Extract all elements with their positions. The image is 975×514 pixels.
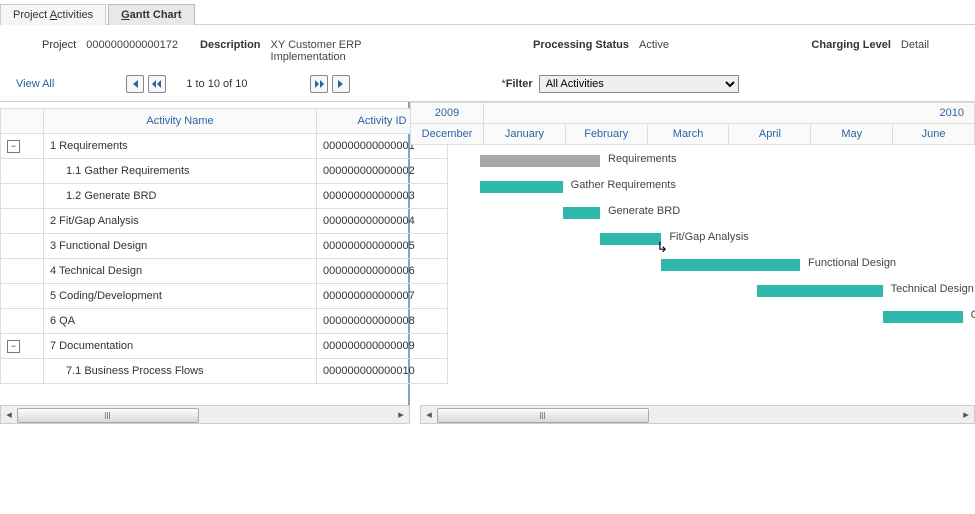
scroll-right-icon[interactable]: ▸	[393, 407, 409, 422]
value-description: XY Customer ERP Implementation	[271, 39, 391, 63]
activity-name-cell: 5 Coding/Development	[44, 284, 317, 309]
table-row[interactable]: 4 Technical Design000000000000006	[1, 259, 448, 284]
label-project: Project	[42, 39, 76, 51]
activity-name-cell: 7.1 Business Process Flows	[44, 359, 317, 384]
scroll-left-icon[interactable]: ◂	[421, 407, 437, 422]
expand-cell	[1, 209, 44, 234]
gantt-bar-label: Requirements	[608, 153, 676, 165]
gantt-bar[interactable]	[480, 181, 563, 193]
gantt-bar[interactable]	[757, 285, 882, 297]
month-header: May	[811, 124, 893, 145]
gantt-chart-area[interactable]: Requirements Gather Requirements Generate …	[410, 145, 975, 405]
filter-select[interactable]: All Activities	[539, 75, 739, 93]
gantt-bar-label: Technical Design	[891, 283, 974, 295]
label-description: Description	[200, 39, 261, 51]
page-info: 1 to 10 of 10	[186, 78, 247, 90]
scroll-left-icon[interactable]: ◂	[1, 407, 17, 422]
month-header: February	[565, 124, 647, 145]
gantt-bar[interactable]	[600, 233, 661, 245]
activity-name-cell: 7 Documentation	[44, 334, 317, 359]
activity-name-cell: 3 Functional Design	[44, 234, 317, 259]
label-charging-level: Charging Level	[811, 39, 890, 51]
gantt-bar-label: Functional Design	[808, 257, 896, 269]
expand-cell	[1, 309, 44, 334]
tab-project-activities[interactable]: Project Activities	[0, 4, 106, 25]
link-view-all[interactable]: View All	[16, 78, 54, 90]
gantt-bar-label: Gather Requirements	[571, 179, 676, 191]
table-row[interactable]: 1.1 Gather Requirements000000000000002	[1, 159, 448, 184]
expand-cell	[1, 234, 44, 259]
column-header-expand	[1, 109, 44, 134]
left-hscrollbar[interactable]: ◂ ▸	[0, 405, 410, 424]
activity-name-cell: 1.2 Generate BRD	[44, 184, 317, 209]
value-charging-level: Detail	[901, 39, 929, 51]
month-header: March	[647, 124, 729, 145]
table-row[interactable]: 5 Coding/Development000000000000007	[1, 284, 448, 309]
expand-cell	[1, 159, 44, 184]
gantt-bar[interactable]	[661, 259, 800, 271]
activity-grid: Activity Name Activity ID −1 Requirement…	[0, 108, 448, 384]
label-processing-status: Processing Status	[533, 39, 629, 51]
gantt-bar-label: Coding/Development	[971, 309, 975, 321]
activity-name-cell: 2 Fit/Gap Analysis	[44, 209, 317, 234]
table-row[interactable]: 2 Fit/Gap Analysis000000000000004	[1, 209, 448, 234]
expand-cell	[1, 259, 44, 284]
collapse-icon[interactable]: −	[7, 140, 20, 153]
first-page-icon[interactable]	[126, 75, 144, 93]
gantt-bar[interactable]	[883, 311, 963, 323]
collapse-icon[interactable]: −	[7, 340, 20, 353]
dependency-arrow-icon: ↳	[656, 239, 668, 256]
column-header-activity-name[interactable]: Activity Name	[44, 109, 317, 134]
scroll-right-icon[interactable]: ▸	[958, 407, 974, 422]
year-2009: 2009	[411, 103, 484, 124]
expand-cell	[1, 359, 44, 384]
expand-cell: −	[1, 334, 44, 359]
expand-cell	[1, 284, 44, 309]
activity-name-cell: 4 Technical Design	[44, 259, 317, 284]
expand-cell	[1, 184, 44, 209]
right-hscrollbar[interactable]: ◂ ▸	[420, 405, 975, 424]
table-row[interactable]: 1.2 Generate BRD000000000000003	[1, 184, 448, 209]
table-row[interactable]: −7 Documentation000000000000009	[1, 334, 448, 359]
next-page-icon[interactable]	[310, 75, 328, 93]
table-row[interactable]: 6 QA000000000000008	[1, 309, 448, 334]
activity-name-cell: 6 QA	[44, 309, 317, 334]
meta-row: Project 000000000000172 Description XY C…	[0, 25, 975, 71]
year-2010: 2010	[484, 103, 975, 124]
last-page-icon[interactable]	[332, 75, 350, 93]
label-filter: *Filter	[502, 78, 533, 90]
activity-grid-panel: Activity Name Activity ID −1 Requirement…	[0, 102, 410, 405]
value-project: 000000000000172	[86, 39, 178, 51]
gantt-bar[interactable]	[563, 207, 600, 219]
month-header: June	[893, 124, 975, 145]
table-row[interactable]: 7.1 Business Process Flows00000000000001…	[1, 359, 448, 384]
tab-gantt-chart[interactable]: Gantt Chart	[108, 4, 195, 25]
month-header: January	[484, 124, 566, 145]
gantt-panel: 2009 2010 DecemberJanuaryFebruaryMarchAp…	[410, 102, 975, 405]
timeline-header: 2009 2010 DecemberJanuaryFebruaryMarchAp…	[410, 102, 975, 145]
table-row[interactable]: 3 Functional Design000000000000005	[1, 234, 448, 259]
nav-row: View All 1 to 10 of 10 *Filter All Activ…	[0, 71, 975, 101]
month-header: December	[411, 124, 484, 145]
table-row[interactable]: −1 Requirements000000000000001	[1, 134, 448, 159]
expand-cell: −	[1, 134, 44, 159]
gantt-bar-label: Generate BRD	[608, 205, 680, 217]
month-header: April	[729, 124, 811, 145]
prev-page-icon[interactable]	[148, 75, 166, 93]
gantt-bar-label: Fit/Gap Analysis	[669, 231, 748, 243]
value-processing-status: Active	[639, 39, 669, 51]
activity-name-cell: 1.1 Gather Requirements	[44, 159, 317, 184]
gantt-bar[interactable]	[480, 155, 600, 167]
tab-bar: Project Activities Gantt Chart	[0, 0, 975, 25]
activity-name-cell: 1 Requirements	[44, 134, 317, 159]
